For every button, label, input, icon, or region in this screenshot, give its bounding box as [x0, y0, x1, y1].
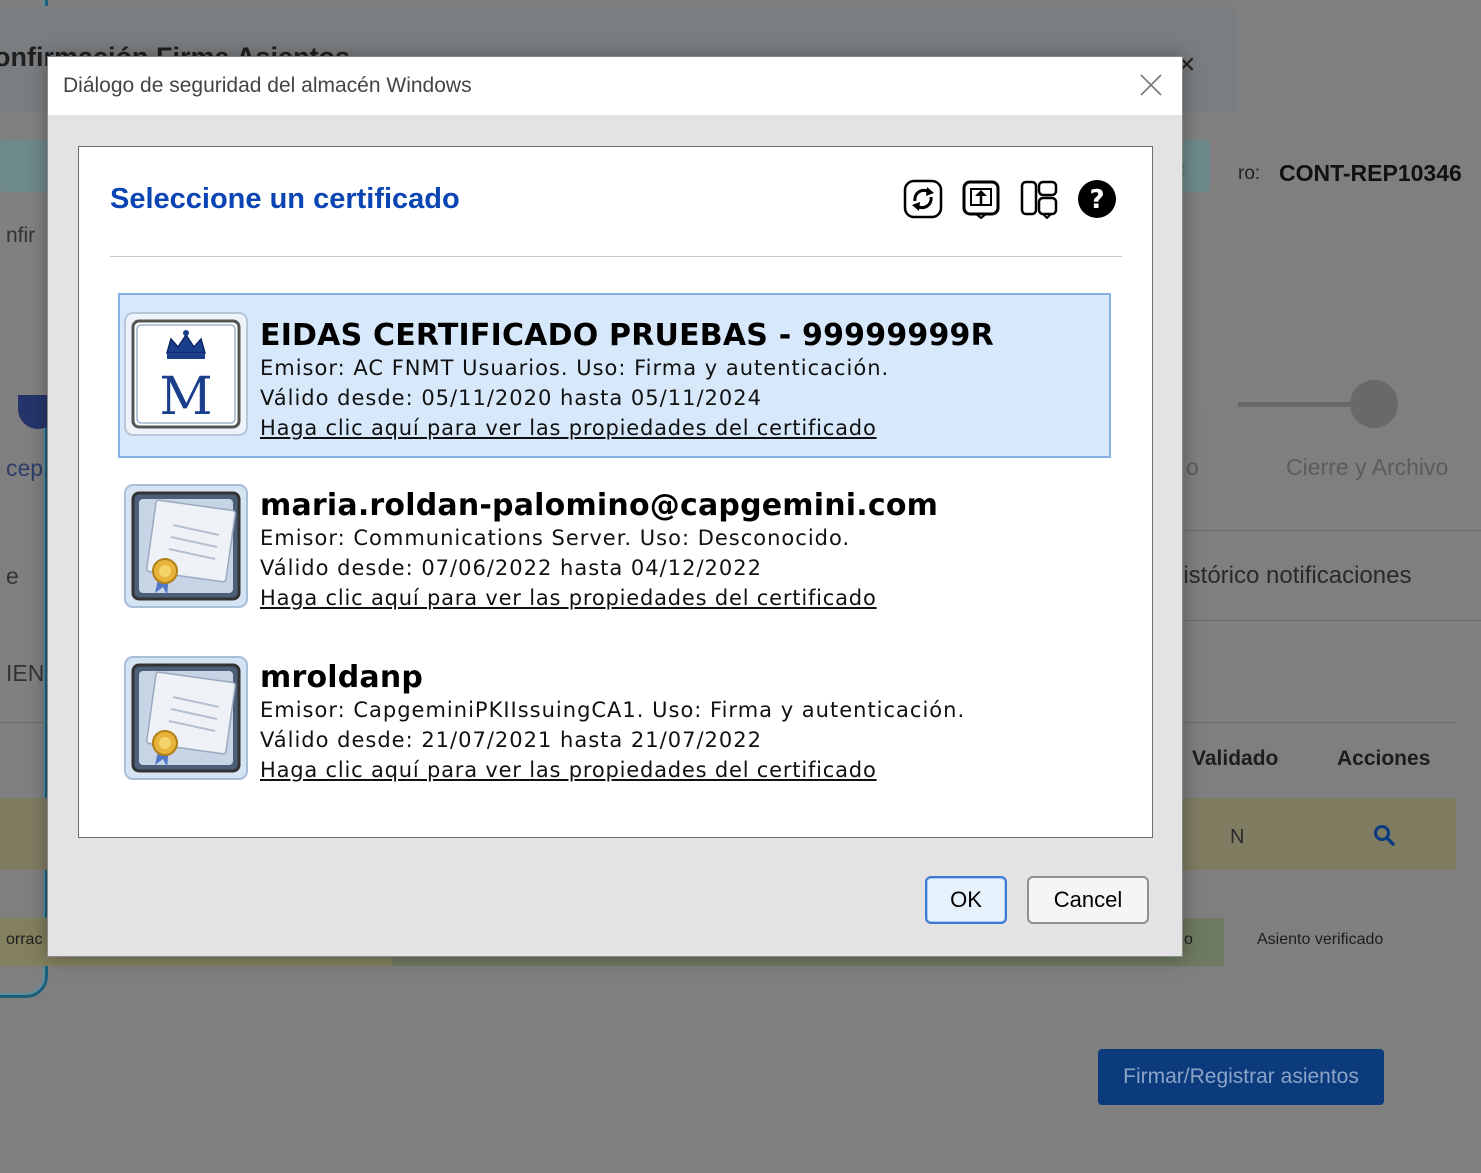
legend-middle-text: o	[1184, 931, 1193, 948]
close-icon[interactable]	[1135, 67, 1167, 103]
legend-asiento-verificado: Asiento verificado	[1257, 931, 1384, 948]
stepper-dot-final	[1350, 380, 1398, 428]
divider	[1182, 722, 1456, 723]
certificate-name: maria.roldan-palomino@capgemini.com	[260, 488, 939, 523]
record-number-label: ro:	[1238, 163, 1261, 184]
svg-text:M: M	[159, 367, 212, 427]
divider	[1182, 530, 1481, 531]
certificate-validity: Válido desde: 05/11/2020 hasta 05/11/202…	[260, 386, 762, 410]
stepper-label-cierre: Cierre y Archivo	[1286, 454, 1449, 480]
dialog-title: Diálogo de seguridad del almacén Windows	[63, 74, 472, 97]
divider	[0, 722, 46, 723]
certificate-issuer: Emisor: AC FNMT Usuarios. Uso: Firma y a…	[260, 356, 890, 380]
bg-fragment-2: cep	[6, 455, 44, 481]
stepper-label-fragment: o	[1186, 454, 1199, 480]
certificate-item[interactable]: mroldanp Emisor: CapgeminiPKIIssuingCA1.…	[118, 637, 1111, 802]
svg-text:?: ?	[1089, 185, 1104, 215]
column-header-validado[interactable]: Validado	[1192, 747, 1278, 771]
certificate-item[interactable]: maria.roldan-palomino@capgemini.com Emis…	[118, 465, 1111, 630]
certificate-name: mroldanp	[260, 660, 424, 695]
certificate-panel: Seleccione un certificado ? M EIDAS CERT…	[78, 146, 1153, 838]
cancel-button[interactable]: Cancel	[1027, 876, 1149, 924]
view-icon[interactable]	[1018, 177, 1060, 221]
sign-register-button[interactable]: Firmar/Registrar asientos	[1098, 1049, 1384, 1105]
certificate-item[interactable]: M EIDAS CERTIFICADO PRUEBAS - 99999999R …	[118, 293, 1111, 458]
tab-historico-notificaciones[interactable]: listórico notificaciones	[1178, 562, 1411, 590]
row-validado-value: N	[1230, 826, 1245, 848]
divider	[1182, 620, 1481, 621]
search-icon[interactable]	[1372, 823, 1396, 852]
certificate-properties-link[interactable]: Haga clic aquí para ver las propiedades …	[260, 755, 1100, 785]
certificate-icon	[123, 655, 249, 781]
refresh-icon[interactable]	[902, 177, 944, 221]
legend-left-text: orrac	[6, 931, 43, 948]
help-icon[interactable]: ?	[1076, 177, 1118, 221]
certificate-issuer: Emisor: Communications Server. Uso: Desc…	[260, 526, 851, 550]
dialog-titlebar: Diálogo de seguridad del almacén Windows	[48, 57, 1182, 115]
certificate-name: EIDAS CERTIFICADO PRUEBAS - 99999999R	[260, 318, 994, 353]
certificate-validity: Válido desde: 07/06/2022 hasta 04/12/202…	[260, 556, 762, 580]
windows-security-dialog: Diálogo de seguridad del almacén Windows…	[47, 56, 1183, 957]
bg-fragment-4: IEN	[6, 660, 45, 686]
record-number-value: CONT-REP10346	[1279, 160, 1462, 186]
certificate-icon	[123, 483, 249, 609]
certificate-properties-link[interactable]: Haga clic aquí para ver las propiedades …	[260, 413, 1100, 443]
fnmt-crown-icon: M	[123, 311, 249, 437]
certificate-heading: Seleccione un certificado	[110, 183, 460, 215]
column-header-acciones: Acciones	[1337, 747, 1431, 770]
certificate-properties-link[interactable]: Haga clic aquí para ver las propiedades …	[260, 583, 1100, 613]
certificate-issuer: Emisor: CapgeminiPKIIssuingCA1. Uso: Fir…	[260, 698, 966, 722]
certificate-validity: Válido desde: 21/07/2021 hasta 21/07/202…	[260, 728, 762, 752]
ok-button[interactable]: OK	[925, 876, 1007, 924]
heading-separator	[110, 256, 1122, 257]
stepper-line	[1238, 402, 1350, 407]
bg-fragment-3: e	[6, 563, 19, 589]
import-icon[interactable]	[960, 177, 1002, 221]
bg-fragment-1: nfir	[6, 224, 36, 247]
